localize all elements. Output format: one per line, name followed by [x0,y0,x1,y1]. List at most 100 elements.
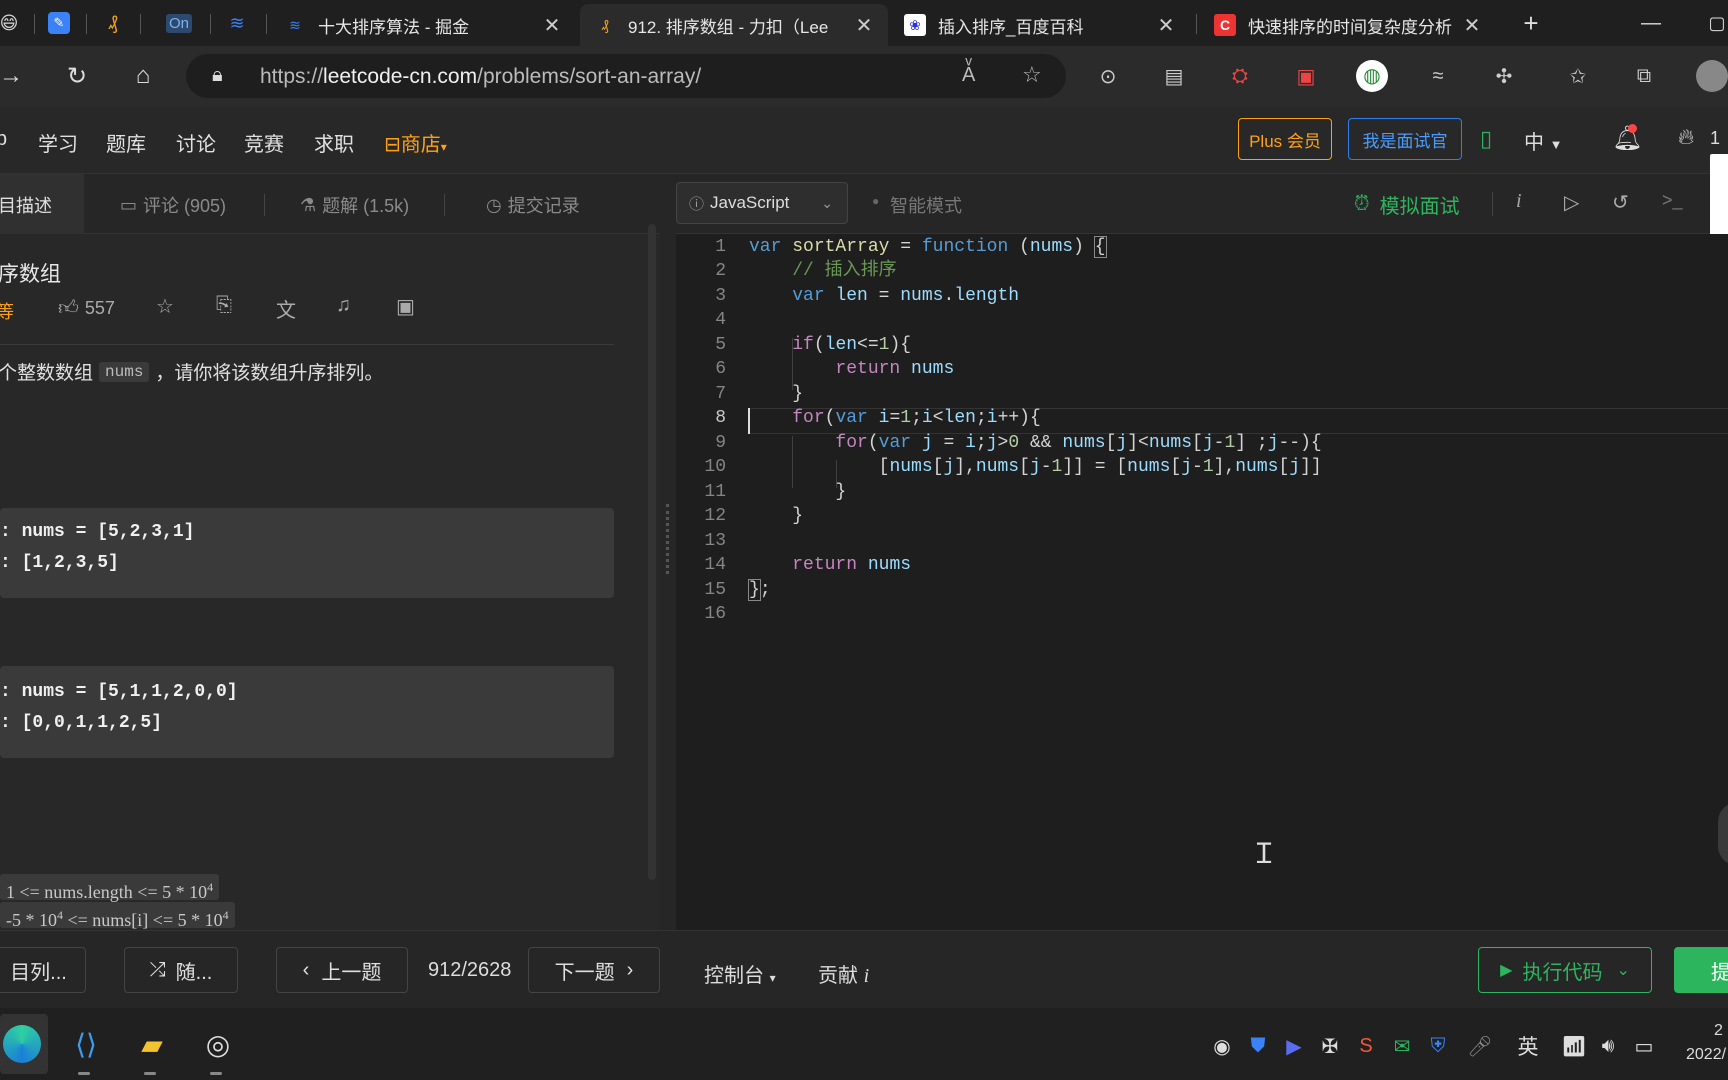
like-button[interactable]: 👍︎ 557 [58,296,115,320]
feedback-icon[interactable]: ▣ [396,294,415,319]
submit-button[interactable]: 提 [1674,947,1728,993]
splitter-handle[interactable] [666,504,669,574]
tray-microphone-icon[interactable]: 🎤︎ [1466,1032,1494,1060]
extension-script-icon[interactable]: ≈ [1422,60,1454,92]
clock-date[interactable]: 2022/ [1686,1046,1726,1064]
terminal-icon[interactable]: >_ [1662,190,1683,211]
pinned-tab-on[interactable]: On [164,8,194,38]
tray-shield-icon[interactable]: ⛊ [1244,1032,1272,1060]
battery-icon[interactable]: ▭ [1630,1032,1658,1060]
code-line: 5 if(len<=1){ [676,332,1728,359]
pinned-tab-leetcode[interactable]: ₰ [98,8,128,38]
random-button[interactable]: ⤮ 随... [124,947,238,993]
language-switch[interactable]: 中 ▼ [1524,126,1562,155]
tray-sogou-icon[interactable]: S [1352,1032,1380,1060]
prev-problem-button[interactable]: ‹ 上一题 [276,947,408,993]
nav-item-jobs[interactable]: 求职 [314,128,354,157]
refresh-icon[interactable]: ↻ [62,61,92,91]
close-icon[interactable]: ✕ [854,13,874,38]
add-favorite-icon[interactable]: ☆ [1022,62,1042,88]
contribute-link[interactable]: 贡献 i [818,959,869,988]
forward-arrow-icon[interactable]: → [0,61,26,91]
address-bar[interactable]: 🔒︎ https://leetcode-cn.com/problems/sort… [186,54,1066,98]
streak-fire-icon[interactable]: 🔥︎ [1678,124,1694,150]
close-icon[interactable]: ✕ [542,13,562,38]
share-icon[interactable]: ⎘ [216,294,232,317]
profile-avatar-icon[interactable] [1696,60,1728,92]
example-1-box: : nums = [5,2,3,1] : [1,2,3,5] [0,508,614,598]
description-scrollbar[interactable] [648,224,656,880]
tab-submissions[interactable]: ◷ 提交记录 [486,192,580,218]
url-text[interactable]: https://leetcode-cn.com/problems/sort-an… [260,65,701,89]
extension-globe-icon[interactable]: ◍ [1356,60,1388,92]
nav-item-learn[interactable]: 学习 [38,128,78,157]
volume-icon[interactable]: 🔊︎ [1594,1032,1622,1060]
code-editor[interactable]: 1 var sortArray = function (nums) { 2 // … [676,234,1728,930]
extension-translate-icon[interactable]: ▤ [1158,60,1190,92]
line-number: 11 [704,482,726,502]
nav-logo-fragment[interactable]: ɒ [0,128,7,151]
tab-leetcode-active[interactable]: ₰ 912. 排序数组 - 力扣（Lee ✕ [580,4,888,46]
info-i-icon[interactable]: i [1516,190,1522,213]
reset-icon[interactable]: ↺ [1612,190,1629,215]
next-problem-button[interactable]: 下一题 › [528,947,660,993]
ime-indicator[interactable]: 英 [1514,1032,1542,1060]
minimize-icon[interactable]: — [1636,8,1666,38]
problem-list-button[interactable]: 目列... [0,947,86,993]
translate-icon[interactable]: 文 [276,294,296,323]
language-select[interactable]: ⓘ JavaScript ⌄ [676,182,848,224]
interviewer-button[interactable]: 我是面试官 [1348,118,1462,160]
close-icon[interactable]: ✕ [1462,13,1482,38]
tab-solutions[interactable]: ⚗ 题解 (1.5k) [300,192,409,218]
wifi-icon[interactable]: 📶︎ [1560,1032,1588,1060]
notify-bell-icon[interactable]: ♫ [336,294,351,317]
edge-browser-icon[interactable] [0,1022,44,1066]
panel-splitter[interactable] [660,174,676,930]
nav-item-contest[interactable]: 竞赛 [244,128,284,157]
tray-security-icon[interactable]: ⛨ [1424,1032,1452,1060]
tab-comments[interactable]: ▭ 评论 (905) [120,192,226,218]
tray-grid-icon[interactable]: ✠ [1316,1032,1344,1060]
code-text: } [749,384,804,404]
nav-item-problems[interactable]: 题库 [106,128,146,157]
emoji-tab-icon[interactable]: 😄 [0,8,24,38]
extension-network-icon[interactable]: ⛭ [1224,60,1256,92]
close-icon[interactable]: ✕ [1156,13,1176,38]
extensions-puzzle-icon[interactable]: ✣ [1488,60,1520,92]
nav-item-discuss[interactable]: 讨论 [176,128,216,157]
plus-member-button[interactable]: Plus 会员 [1238,118,1332,160]
tray-video-icon[interactable]: ▶ [1280,1032,1308,1060]
language-label: 中 [1524,132,1544,154]
vscode-icon[interactable]: ⟨⟩ [64,1022,108,1066]
tab-description[interactable]: 目描述 [0,192,52,218]
console-toggle[interactable]: 控制台 ▾ [704,959,776,988]
read-aloud-icon[interactable]: Aͮ [962,64,975,87]
play-icon[interactable]: ▷ [1564,190,1579,215]
chevron-left-icon: ‹ [302,958,310,981]
extension-tv-icon[interactable]: ▣ [1290,60,1322,92]
tab-csdn[interactable]: C 快速排序的时间复杂度分析 ✕ [1200,4,1496,46]
floating-side-button[interactable] [1718,802,1728,866]
star-icon[interactable]: ☆ [156,294,174,319]
home-icon[interactable]: ⌂ [128,61,158,91]
description-tabs: 目描述 ▭ 评论 (905) ⚗ 题解 (1.5k) ◷ 提交记录 [0,174,660,234]
collections-icon[interactable]: ⧉ [1628,60,1660,92]
run-code-button[interactable]: ▶ 执行代码 ⌄ [1478,947,1652,993]
tray-obs-icon[interactable]: ◉ [1208,1032,1236,1060]
extension-glasses-icon[interactable]: ⊙ [1092,60,1124,92]
smart-mode-toggle[interactable]: 智能模式 [890,192,962,218]
nav-item-store[interactable]: ⊟商店▾ [384,128,447,157]
favorites-icon[interactable]: ✩ [1562,60,1594,92]
maximize-icon[interactable]: ▢ [1702,8,1728,38]
tray-wechat-icon[interactable]: ✉ [1388,1032,1416,1060]
pinned-tab-blue[interactable]: ✎ [44,8,74,38]
mock-interview-button[interactable]: ⏰︎ 模拟面试 [1354,190,1460,219]
tab-baike[interactable]: ❀ 插入排序_百度百科 ✕ [890,4,1190,46]
phone-icon[interactable]: ▯ [1480,126,1492,152]
tab-juejin-sort[interactable]: ≋ 十大排序算法 - 掘金 ✕ [270,4,576,46]
pinned-tab-juejin[interactable]: ≋ [222,8,252,38]
clock-time[interactable]: 2 [1714,1022,1723,1040]
obs-icon[interactable]: ◎ [196,1022,240,1066]
file-explorer-icon[interactable]: ▰ [130,1022,174,1066]
new-tab-icon[interactable]: + [1516,8,1546,38]
